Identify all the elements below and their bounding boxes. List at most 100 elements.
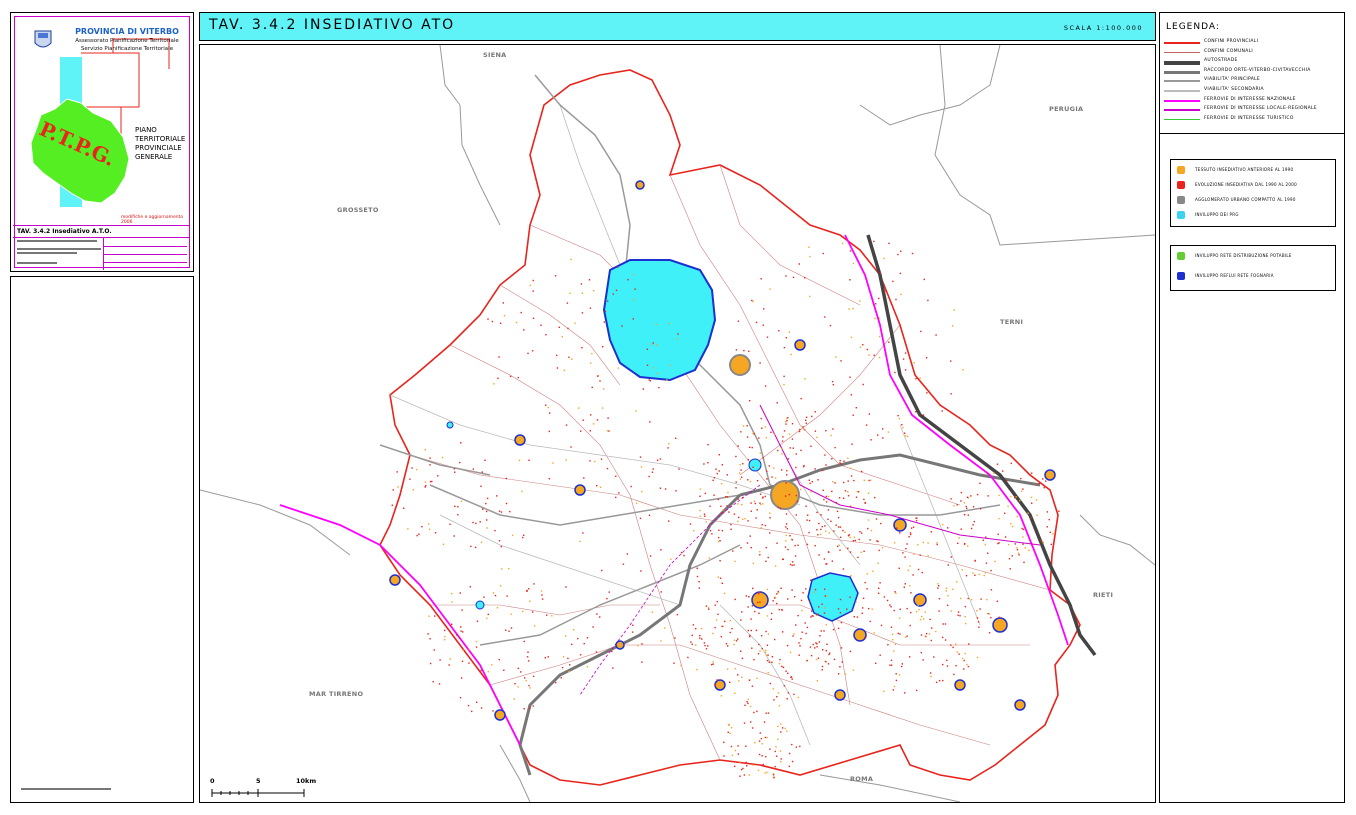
settlement-dot	[774, 638, 776, 641]
settlement-dot	[785, 670, 787, 672]
settlement-dot	[904, 556, 906, 558]
settlement-dot	[427, 523, 430, 525]
settlement-dot	[998, 616, 1000, 618]
legend-line-label: FERROVIE DI INTERESSE LOCALE-REGIONALE	[1204, 106, 1317, 112]
settlement-dot	[567, 657, 569, 660]
map-panel[interactable]: SIENA PERUGIA GROSSETO TERNI RIETI MAR T…	[199, 44, 1156, 803]
settlement-dot	[783, 383, 785, 386]
settlement-dot	[950, 360, 952, 362]
settlement-dot	[745, 761, 747, 764]
notes-panel	[10, 276, 194, 803]
settlement-dot	[733, 639, 736, 641]
settlement-dot	[596, 419, 599, 421]
settlement-dot	[945, 590, 947, 592]
settlement-dot	[558, 326, 560, 328]
settlement-dot	[642, 388, 644, 390]
settlement-dot	[950, 393, 952, 395]
settlement-dot	[777, 590, 779, 593]
settlement-dot	[941, 523, 944, 526]
settlement-dot	[898, 674, 901, 676]
settlement-dot	[947, 595, 949, 597]
settlement-dot	[750, 546, 752, 549]
settlement-dot	[806, 519, 808, 521]
settlement-dot	[691, 634, 693, 636]
settlement-dot	[695, 627, 697, 630]
settlement-dot	[509, 510, 511, 513]
settlement-dot	[522, 536, 524, 539]
settlement-dot	[917, 544, 919, 546]
legend-line-item: VIABILITA' PRINCIPALE	[1164, 77, 1344, 85]
settlement-dot	[737, 520, 739, 523]
settlement-dot	[979, 608, 981, 610]
settlement-dot	[791, 561, 794, 563]
settlement-dot	[847, 491, 849, 493]
settlement-dot	[757, 653, 760, 655]
settlement-dot	[905, 548, 907, 550]
settlement-dot	[798, 430, 801, 433]
settlement-dot	[586, 666, 589, 668]
settlement-dot	[904, 636, 907, 638]
settlement-dot	[878, 356, 881, 359]
settlement-dot	[545, 334, 547, 336]
settlement-dot	[486, 527, 488, 529]
map-canvas[interactable]	[200, 45, 1155, 802]
settlement-dot	[968, 643, 970, 645]
settlement-dot	[1008, 558, 1011, 560]
settlement-dot	[733, 643, 735, 646]
settlement-dot	[392, 489, 394, 491]
settlement-dot	[729, 619, 731, 622]
settlement-dot	[847, 547, 849, 550]
settlement-dot	[737, 674, 739, 676]
settlement-dot	[701, 628, 703, 630]
settlement-dot	[972, 506, 975, 508]
settlement-dot	[705, 605, 708, 607]
settlement-dot	[699, 495, 701, 497]
settlement-dot	[652, 367, 654, 369]
settlement-dot	[754, 610, 756, 613]
settlement-dot	[866, 348, 868, 351]
settlement-dot	[648, 514, 651, 516]
settlement-dot	[794, 596, 796, 598]
settlement-dot	[741, 676, 743, 678]
settlement-dot	[920, 330, 922, 333]
settlement-dot	[867, 492, 870, 494]
settlement-dot	[856, 616, 859, 618]
settlement-dot	[921, 571, 923, 574]
settlement-dot	[581, 292, 584, 294]
settlement-dot	[720, 695, 723, 697]
settlement-dot	[786, 730, 788, 732]
settlement-dot	[781, 448, 783, 450]
settlement-dot	[718, 454, 720, 456]
legend-box-item: INVILUPPO DEI PRG	[1177, 210, 1337, 220]
settlement-dot	[615, 289, 618, 291]
settlement-dot	[998, 517, 1000, 520]
settlement-dot	[753, 659, 755, 661]
settlement-dot	[460, 626, 462, 628]
settlement-dot	[528, 684, 530, 687]
settlement-dot	[449, 658, 451, 660]
settlement-dot	[824, 316, 826, 318]
settlement-dot	[649, 380, 652, 382]
settlement-dot	[844, 531, 846, 533]
settlement-dot	[777, 692, 780, 694]
settlement-dot	[652, 468, 654, 470]
legend-title: LEGENDA:	[1166, 22, 1220, 32]
settlement-dot	[599, 380, 601, 382]
settlement-dot	[792, 635, 794, 637]
settlement-dot	[837, 526, 840, 528]
scale-bar: 0 5 10km	[210, 777, 316, 797]
settlement-dot	[777, 449, 779, 452]
settlement-dot	[529, 707, 531, 709]
settlement-dot	[938, 610, 940, 612]
settlement-dot	[453, 535, 455, 537]
settlement-dot	[801, 609, 803, 612]
settlement-dot	[836, 510, 839, 513]
settlement-dot	[902, 358, 905, 360]
settlement-dot	[889, 604, 891, 606]
settlement-dot	[874, 496, 876, 499]
settlement-dot	[703, 642, 706, 644]
settlement-dot	[863, 498, 865, 501]
settlement-dot	[485, 510, 488, 513]
settlement-dot	[748, 679, 751, 681]
settlement-dot	[755, 629, 758, 632]
